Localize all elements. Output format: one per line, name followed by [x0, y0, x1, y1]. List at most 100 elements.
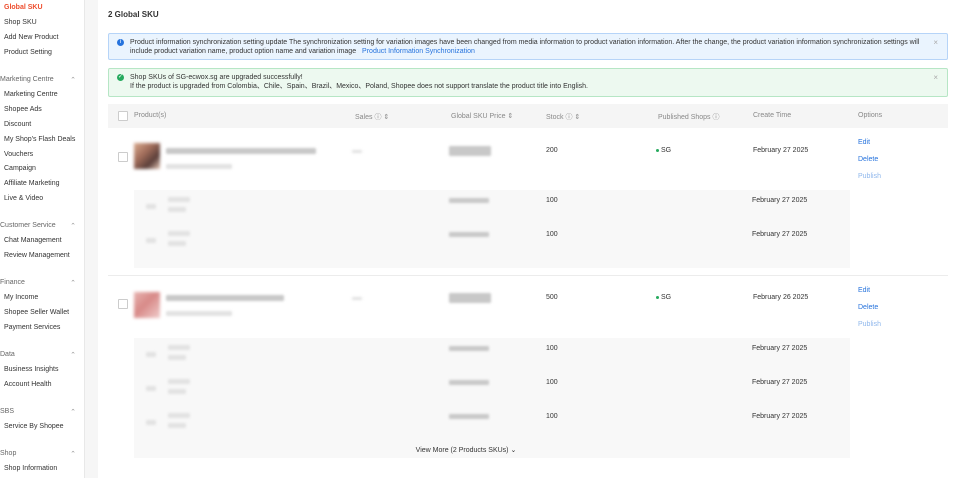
select-all-checkbox[interactable] — [118, 111, 128, 121]
sidebar-item-payment-services[interactable]: Payment Services — [4, 324, 60, 331]
publish-button[interactable]: Publish — [858, 321, 881, 328]
status-dot-icon — [656, 295, 659, 299]
sidebar-item-shop-sku[interactable]: Shop SKU — [4, 19, 37, 26]
table-header: Product(s) Sales ⓘ ⇕ Global SKU Price ⇕ … — [108, 104, 948, 128]
header-sales-label: Sales — [355, 114, 373, 121]
sidebar-group-title: Shop — [0, 450, 17, 457]
success-alert-line2: If the product is upgraded from Colombia… — [130, 83, 588, 90]
header-product: Product(s) — [134, 112, 167, 119]
chevron-up-icon: ⌃ — [70, 280, 76, 287]
sort-icon: ⇕ — [383, 114, 390, 121]
sidebar-item-affiliate-marketing[interactable]: Affiliate Marketing — [4, 180, 60, 187]
variation-create-time: February 27 2025 — [752, 413, 808, 420]
sidebar-item-add-new-product[interactable]: Add New Product — [4, 34, 58, 41]
header-shops-label: Published Shops — [658, 114, 711, 121]
variation-option-blurred — [168, 207, 186, 212]
sort-icon: ⇕ — [574, 114, 581, 121]
sidebar-item-service-by-shopee[interactable]: Service By Shopee — [4, 423, 64, 430]
row-checkbox[interactable] — [118, 299, 128, 309]
sidebar-item-campaign[interactable]: Campaign — [4, 165, 36, 172]
variation-stock: 100 — [546, 231, 558, 238]
variation-stock: 100 — [546, 379, 558, 386]
sidebar-item-review-management[interactable]: Review Management — [4, 252, 70, 259]
chevron-up-icon: ⌃ — [70, 409, 76, 416]
product-thumbnail[interactable] — [134, 143, 160, 169]
sidebar-item-shop-information[interactable]: Shop Information — [4, 465, 57, 472]
variation-list: 100 February 27 2025 100 February 27 202… — [134, 338, 850, 458]
sales-blurred — [352, 297, 362, 300]
sidebar-group-title: Finance — [0, 279, 25, 286]
sidebar-item-discount[interactable]: Discount — [4, 121, 31, 128]
product-info-sync-link[interactable]: Product Information Synchronization — [362, 48, 475, 55]
variation-stock: 100 — [546, 413, 558, 420]
product-sku-blurred — [166, 311, 232, 316]
sidebar-item-flash-deals[interactable]: My Shop's Flash Deals — [4, 136, 75, 143]
sidebar-group-title: Marketing Centre — [0, 76, 54, 83]
info-alert-message: Product information synchronization sett… — [130, 39, 920, 55]
variation-price-blurred — [449, 198, 489, 203]
info-alert-text: Product information synchronization sett… — [130, 38, 927, 56]
row-divider — [108, 275, 948, 276]
variation-create-time: February 27 2025 — [752, 379, 808, 386]
row-checkbox[interactable] — [118, 152, 128, 162]
sidebar-group-title: Customer Service — [0, 222, 56, 229]
variation-name-blurred — [168, 413, 190, 418]
success-alert: ✓ Shop SKUs of SG-ecwox.sg are upgraded … — [108, 68, 948, 97]
header-create-time: Create Time — [753, 112, 792, 119]
variation-name-blurred — [168, 345, 190, 350]
sidebar-item-shopee-ads[interactable]: Shopee Ads — [4, 106, 42, 113]
view-more-label: View More (2 Products SKUs) — [415, 447, 509, 454]
edit-button[interactable]: Edit — [858, 139, 870, 146]
variation-option-blurred — [168, 423, 186, 428]
close-icon[interactable]: × — [933, 38, 938, 47]
shop-label: SG — [661, 147, 672, 154]
delete-button[interactable]: Delete — [858, 304, 878, 311]
sidebar-group-shop[interactable]: Shop ⌃ — [0, 450, 80, 458]
variation-create-time: February 27 2025 — [752, 345, 808, 352]
variation-create-time: February 27 2025 — [752, 197, 808, 204]
stock-value: 200 — [546, 147, 558, 154]
sidebar-item-marketing-centre[interactable]: Marketing Centre — [4, 91, 58, 98]
sidebar-group-data[interactable]: Data ⌃ — [0, 351, 80, 359]
sidebar-group-finance[interactable]: Finance ⌃ — [0, 279, 80, 287]
edit-button[interactable]: Edit — [858, 287, 870, 294]
header-sales[interactable]: Sales ⓘ ⇕ — [355, 112, 389, 122]
sidebar-item-global-sku[interactable]: Global SKU — [4, 4, 43, 11]
sidebar-group-title: SBS — [0, 408, 15, 415]
variation-price-blurred — [449, 414, 489, 419]
chevron-up-icon: ⌃ — [70, 352, 76, 359]
sidebar-item-product-setting[interactable]: Product Setting — [4, 49, 52, 56]
product-name-blurred[interactable] — [166, 148, 316, 154]
success-alert-line1: Shop SKUs of SG-ecwox.sg are upgraded su… — [130, 74, 303, 81]
create-time: February 26 2025 — [753, 294, 809, 301]
header-price-label: Global SKU Price — [451, 113, 506, 120]
page-title: 2 Global SKU — [108, 10, 159, 19]
sidebar-group-customer-service[interactable]: Customer Service ⌃ — [0, 222, 80, 230]
delete-button[interactable]: Delete — [858, 156, 878, 163]
sidebar-item-seller-wallet[interactable]: Shopee Seller Wallet — [4, 309, 69, 316]
variation-image-blurred — [146, 420, 156, 425]
sidebar-group-marketing[interactable]: Marketing Centre ⌃ — [0, 76, 80, 84]
sidebar-item-vouchers[interactable]: Vouchers — [4, 151, 33, 158]
sidebar-group-sbs[interactable]: SBS ⌃ — [0, 408, 80, 416]
product-name-blurred[interactable] — [166, 295, 284, 301]
close-icon[interactable]: × — [933, 73, 938, 82]
sidebar-item-chat-management[interactable]: Chat Management — [4, 237, 62, 244]
publish-button[interactable]: Publish — [858, 173, 881, 180]
variation-stock: 100 — [546, 345, 558, 352]
header-price[interactable]: Global SKU Price ⇕ — [451, 112, 513, 120]
status-dot-icon — [656, 148, 659, 152]
help-icon: ⓘ — [374, 114, 382, 121]
sidebar-item-account-health[interactable]: Account Health — [4, 381, 51, 388]
main-panel: 2 Global SKU i Product information synch… — [98, 0, 966, 478]
view-more-button[interactable]: View More (2 Products SKUs) ⌄ — [108, 446, 824, 454]
header-stock[interactable]: Stock ⓘ ⇕ — [546, 112, 580, 122]
sidebar-item-business-insights[interactable]: Business Insights — [4, 366, 58, 373]
sidebar-item-my-income[interactable]: My Income — [4, 294, 38, 301]
product-sku-blurred — [166, 164, 232, 169]
info-alert: i Product information synchronization se… — [108, 33, 948, 60]
variation-create-time: February 27 2025 — [752, 231, 808, 238]
product-thumbnail[interactable] — [134, 292, 160, 318]
sidebar-item-live-video[interactable]: Live & Video — [4, 195, 43, 202]
success-alert-text: Shop SKUs of SG-ecwox.sg are upgraded su… — [130, 73, 927, 91]
